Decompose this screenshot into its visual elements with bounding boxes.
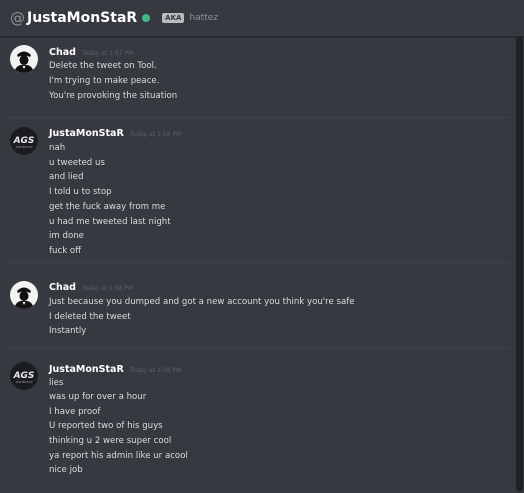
message-group: Chad Today at 1:58 PM Just because you du… [0,263,512,348]
message-line: was up for over a hour [49,392,147,402]
message-list[interactable]: Chad Today at 1:57 PM Delete the tweet on… [0,37,524,493]
message-line: I have proof [49,407,101,417]
online-status-icon [142,14,151,22]
message-group: Chad Today at 1:57 PM Delete the tweet on… [0,37,512,117]
author-name[interactable]: Chad [49,282,76,293]
message-line: u tweeted us [49,158,105,168]
message-timestamp: Today at 1:58 PM [81,285,134,292]
message-author[interactable]: JustaMonStaR Today at 1:58 PM [49,364,181,375]
ags-logo-icon[interactable]: AGS AMSTERDAM [10,362,38,390]
message-line: nice job [49,465,83,475]
ags-logo-text: AGS [13,136,35,146]
message-line: ya report his admin like ur acool [49,451,188,461]
message-author[interactable]: JustaMonStaR Today at 1:58 PM [49,128,181,139]
message-group: AGS AMSTERDAM JustaMonStaR Today at 1:58 … [0,349,512,493]
author-name[interactable]: Chad [49,47,76,58]
message-line: Delete the tweet on Tool. [49,61,157,71]
message-author[interactable]: Chad Today at 1:57 PM [49,47,133,58]
message-line: You're provoking the situation [49,91,178,101]
message-line: thinking u 2 were super cool [49,436,172,446]
dm-username[interactable]: JustaMonStaR [27,10,137,26]
message-line: get the fuck away from me [49,202,166,212]
message-timestamp: Today at 1:58 PM [129,367,182,374]
aka-badge: AKA [162,13,185,23]
message-timestamp: Today at 1:58 PM [129,131,182,138]
ags-logo-subtext: AMSTERDAM [16,380,33,384]
ags-logo-text: AGS [13,371,35,381]
dm-header: @ JustaMonStaR AKA hattez [0,0,524,37]
message-line: I'm trying to make peace. [49,76,160,86]
scrollbar-thumb[interactable] [516,37,523,491]
message-line: fuck off [49,246,82,256]
message-line: Just because you dumped and got a new ac… [49,297,355,307]
message-timestamp: Today at 1:57 PM [81,50,134,57]
message-line: nah [49,143,66,153]
godfather-silhouette-icon[interactable] [10,281,38,309]
message-line: Instantly [49,326,87,336]
message-line: I told u to stop [49,187,112,197]
dm-alias: hattez [189,13,218,23]
ags-logo-icon[interactable]: AGS AMSTERDAM [10,127,38,155]
message-author[interactable]: Chad Today at 1:58 PM [49,282,133,293]
godfather-silhouette-icon[interactable] [10,45,38,73]
ags-logo-subtext: AMSTERDAM [16,145,33,149]
author-name[interactable]: JustaMonStaR [49,128,124,139]
at-symbol: @ [10,9,25,27]
message-line: lies [49,378,64,388]
message-line: U reported two of his guys [49,421,163,431]
message-line: I deleted the tweet [49,312,131,322]
author-name[interactable]: JustaMonStaR [49,364,124,375]
message-line: u had me tweeted last night [49,217,171,227]
message-line: im done [49,231,84,241]
message-line: and lied [49,172,84,182]
